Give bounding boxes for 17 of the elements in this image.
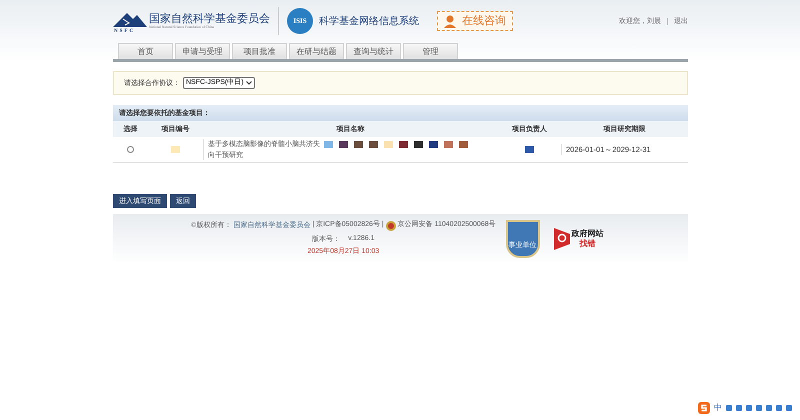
- org-name: 国家自然科学基金委员会: [149, 12, 270, 24]
- nav-tab[interactable]: 项目批准: [232, 43, 287, 59]
- chevron-down-icon: [246, 81, 252, 85]
- emblem-icon: [386, 220, 396, 230]
- redaction-mosaic: [171, 146, 180, 154]
- radio-button[interactable]: [127, 146, 134, 153]
- gov-site-subtitle: 找错: [580, 239, 596, 249]
- system-name: 科学基金网络信息系统: [319, 14, 419, 28]
- nav-tab[interactable]: 查询与统计: [346, 43, 401, 59]
- ime-mode[interactable]: 中: [714, 402, 722, 414]
- gov-site-title: 政府网站: [572, 229, 604, 239]
- nav-tab[interactable]: 申请与受理: [175, 43, 230, 59]
- redaction-mosaic: [525, 146, 534, 154]
- nav-tab[interactable]: 首页: [118, 43, 173, 59]
- nav-tab[interactable]: 管理: [403, 43, 458, 59]
- person-icon: [444, 14, 458, 28]
- nav-tab[interactable]: 在研与结题: [289, 43, 344, 59]
